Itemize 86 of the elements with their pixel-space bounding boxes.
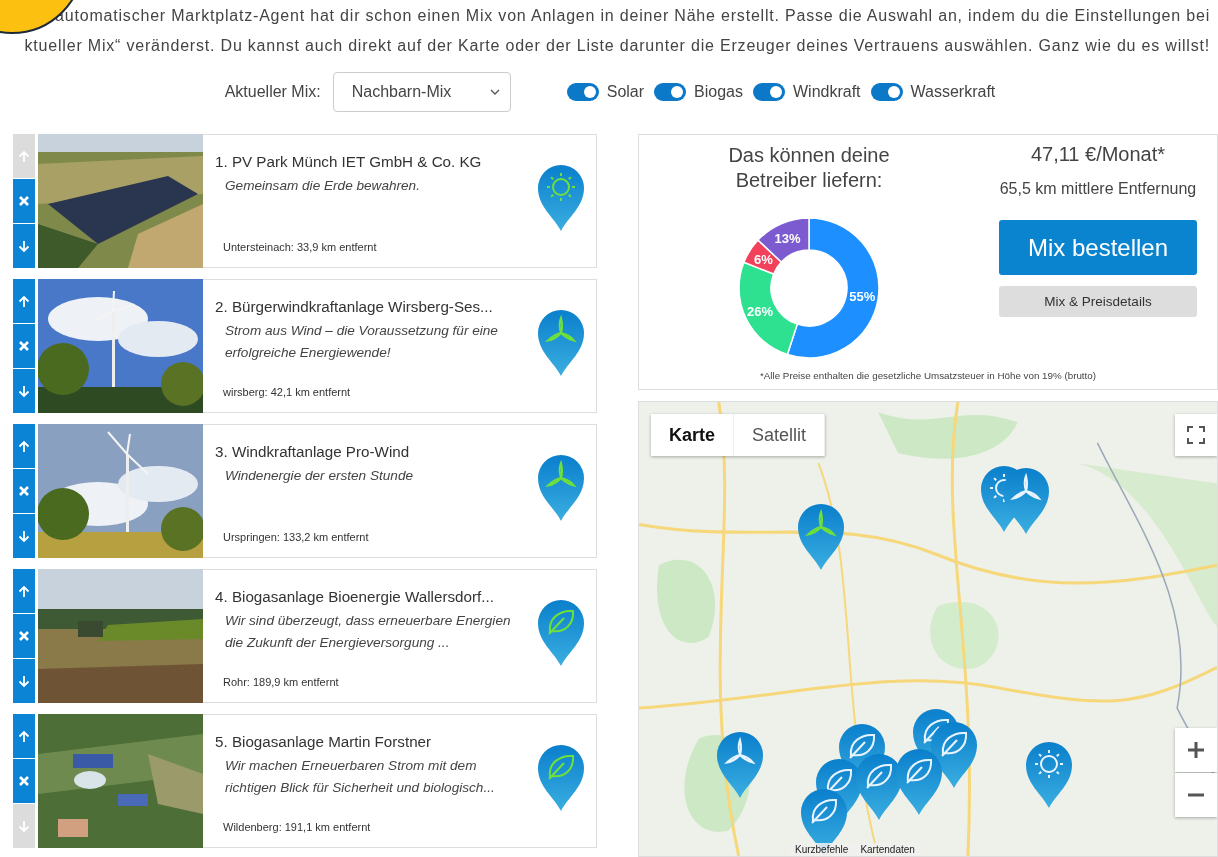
price-text: 47,11 €/Monat* [1030, 143, 1166, 166]
plant-distance: Wildenberg: 191,1 km entfernt [223, 821, 372, 833]
close-icon [18, 485, 30, 497]
move-down-button[interactable] [13, 369, 35, 413]
move-down-button[interactable] [13, 514, 35, 558]
plant-distance: Untersteinach: 33,9 km entfernt [223, 241, 378, 253]
plant-title: 1. PV Park Münch IET GmbH & Co. KG [215, 153, 483, 170]
turbine-pin-icon [536, 453, 586, 523]
remove-button[interactable] [13, 324, 35, 368]
minus-icon [1187, 793, 1205, 797]
sun-pin-icon [536, 163, 586, 233]
arrow-up-icon [18, 149, 30, 163]
arrow-down-icon [18, 529, 30, 543]
plant-slogan: Wir machen Erneuerbaren Strom mit dem richtigen Blick für Sicherheit und biologisch... [225, 757, 496, 797]
turbine-pin-icon [536, 308, 586, 378]
close-icon [18, 775, 30, 787]
slice-label: 26% [747, 304, 774, 319]
arrow-down-icon [18, 819, 30, 833]
chevron-down-icon [489, 89, 500, 95]
remove-button[interactable] [13, 179, 35, 223]
turbine-pin-icon [796, 502, 846, 572]
remove-button[interactable] [13, 469, 35, 513]
distance-text: 65,5 km mittlere Entfernung [999, 180, 1197, 198]
plant-title: 5. Biogasanlage Martin Forstner [215, 733, 433, 750]
move-up-button[interactable] [13, 424, 35, 468]
plant-slogan: Gemeinsam die Erde bewahren. [225, 177, 421, 195]
remove-button[interactable] [13, 614, 35, 658]
move-down-button[interactable] [13, 224, 35, 268]
attribution-link[interactable]: Kurzbefehle [789, 843, 855, 856]
zoom-in-button[interactable] [1175, 728, 1217, 772]
move-down-button[interactable] [13, 659, 35, 703]
remove-button[interactable] [13, 759, 35, 803]
move-up-button[interactable] [13, 714, 35, 758]
move-up-button[interactable] [13, 279, 35, 323]
close-icon [18, 195, 30, 207]
toggle-label: Windkraft [793, 83, 861, 101]
attribution-link[interactable]: Kartendaten [854, 843, 921, 856]
mix-label: Aktueller Mix: [224, 83, 321, 101]
turbine-pin-icon [715, 730, 765, 800]
plant-title: 3. Windkraftanlage Pro-Wind [215, 443, 411, 460]
footnote: *Alle Preise enthalten die gesetzliche Umsatzsteuer in Höhe von 19% (brutto) [760, 370, 1096, 381]
map-type-tab[interactable]: Satellit [734, 414, 826, 456]
leaf-pin-icon [894, 747, 944, 817]
leaf-pin-icon [536, 598, 586, 668]
intro-text: ktueller Mix“ veränderst. Du kannst auch direkt auf der Karte oder der Liste darunter die Erzeuger deines Vertrauens auswählen. Ganz wie du es willst! [24, 36, 1210, 56]
fullscreen-button[interactable] [1175, 414, 1217, 456]
toggle-label: Biogas [694, 83, 743, 101]
arrow-up-icon [18, 584, 30, 598]
plus-icon [1187, 741, 1205, 759]
plant-distance: wirsberg: 42,1 km entfernt [223, 386, 352, 398]
toggle-switch[interactable] [654, 83, 687, 101]
plant-distance: Rohr: 189,9 km entfernt [223, 676, 340, 688]
leaf-pin-icon [536, 743, 586, 813]
fullscreen-icon [1187, 426, 1205, 444]
move-up-button[interactable] [13, 569, 35, 613]
arrow-down-icon [18, 384, 30, 398]
toggle-label: Wasserkraft [910, 83, 996, 101]
intro-text: automatischer Marktplatz-Agent hat dir schon einen Mix von Anlagen in deiner Nähe erstellt. Passe die Auswahl an, indem du die Einstellungen bei [55, 6, 1210, 26]
summary-heading: Das können deine Betreiber liefern: [727, 143, 891, 193]
arrow-down-icon [18, 239, 30, 253]
details-button[interactable]: Mix & Preisdetails [999, 286, 1197, 317]
arrow-down-icon [18, 674, 30, 688]
toggle-switch[interactable] [753, 83, 785, 101]
slice-label: 13% [774, 231, 801, 247]
plant-distance: Urspringen: 133,2 km entfernt [223, 531, 370, 543]
arrow-up-icon [18, 294, 30, 308]
plant-title: 4. Biogasanlage Bioenergie Wallersdorf... [215, 588, 495, 605]
sun-pin-icon [1024, 740, 1074, 810]
arrow-up-icon [18, 439, 30, 453]
slice-label: 55% [849, 289, 876, 305]
turbine-pin-icon [1001, 466, 1051, 536]
plant-slogan: Windenergie der ersten Stunde [225, 467, 415, 485]
arrow-up-icon [18, 729, 30, 743]
close-icon [18, 340, 30, 352]
order-button[interactable]: Mix bestellen [999, 220, 1197, 275]
close-icon [18, 630, 30, 642]
slice-label: 6% [754, 252, 773, 268]
mix-select[interactable]: Nachbarn-Mix [332, 72, 511, 112]
leaf-pin-icon [929, 720, 979, 790]
map-type-tab[interactable]: Karte [651, 414, 735, 456]
toggle-label: Solar [606, 83, 645, 101]
toggle-switch[interactable] [566, 83, 599, 101]
plant-title: 2. Bürgerwindkraftanlage Wirsberg-Ses... [215, 298, 494, 315]
toggle-switch[interactable] [870, 83, 903, 101]
plant-slogan: Strom aus Wind – die Voraussetzung für eine erfolgreiche Energiewende! [225, 322, 499, 362]
plant-slogan: Wir sind überzeugt, dass erneuerbare Energien die Zukunft der Energieversorgung ... [225, 612, 512, 652]
